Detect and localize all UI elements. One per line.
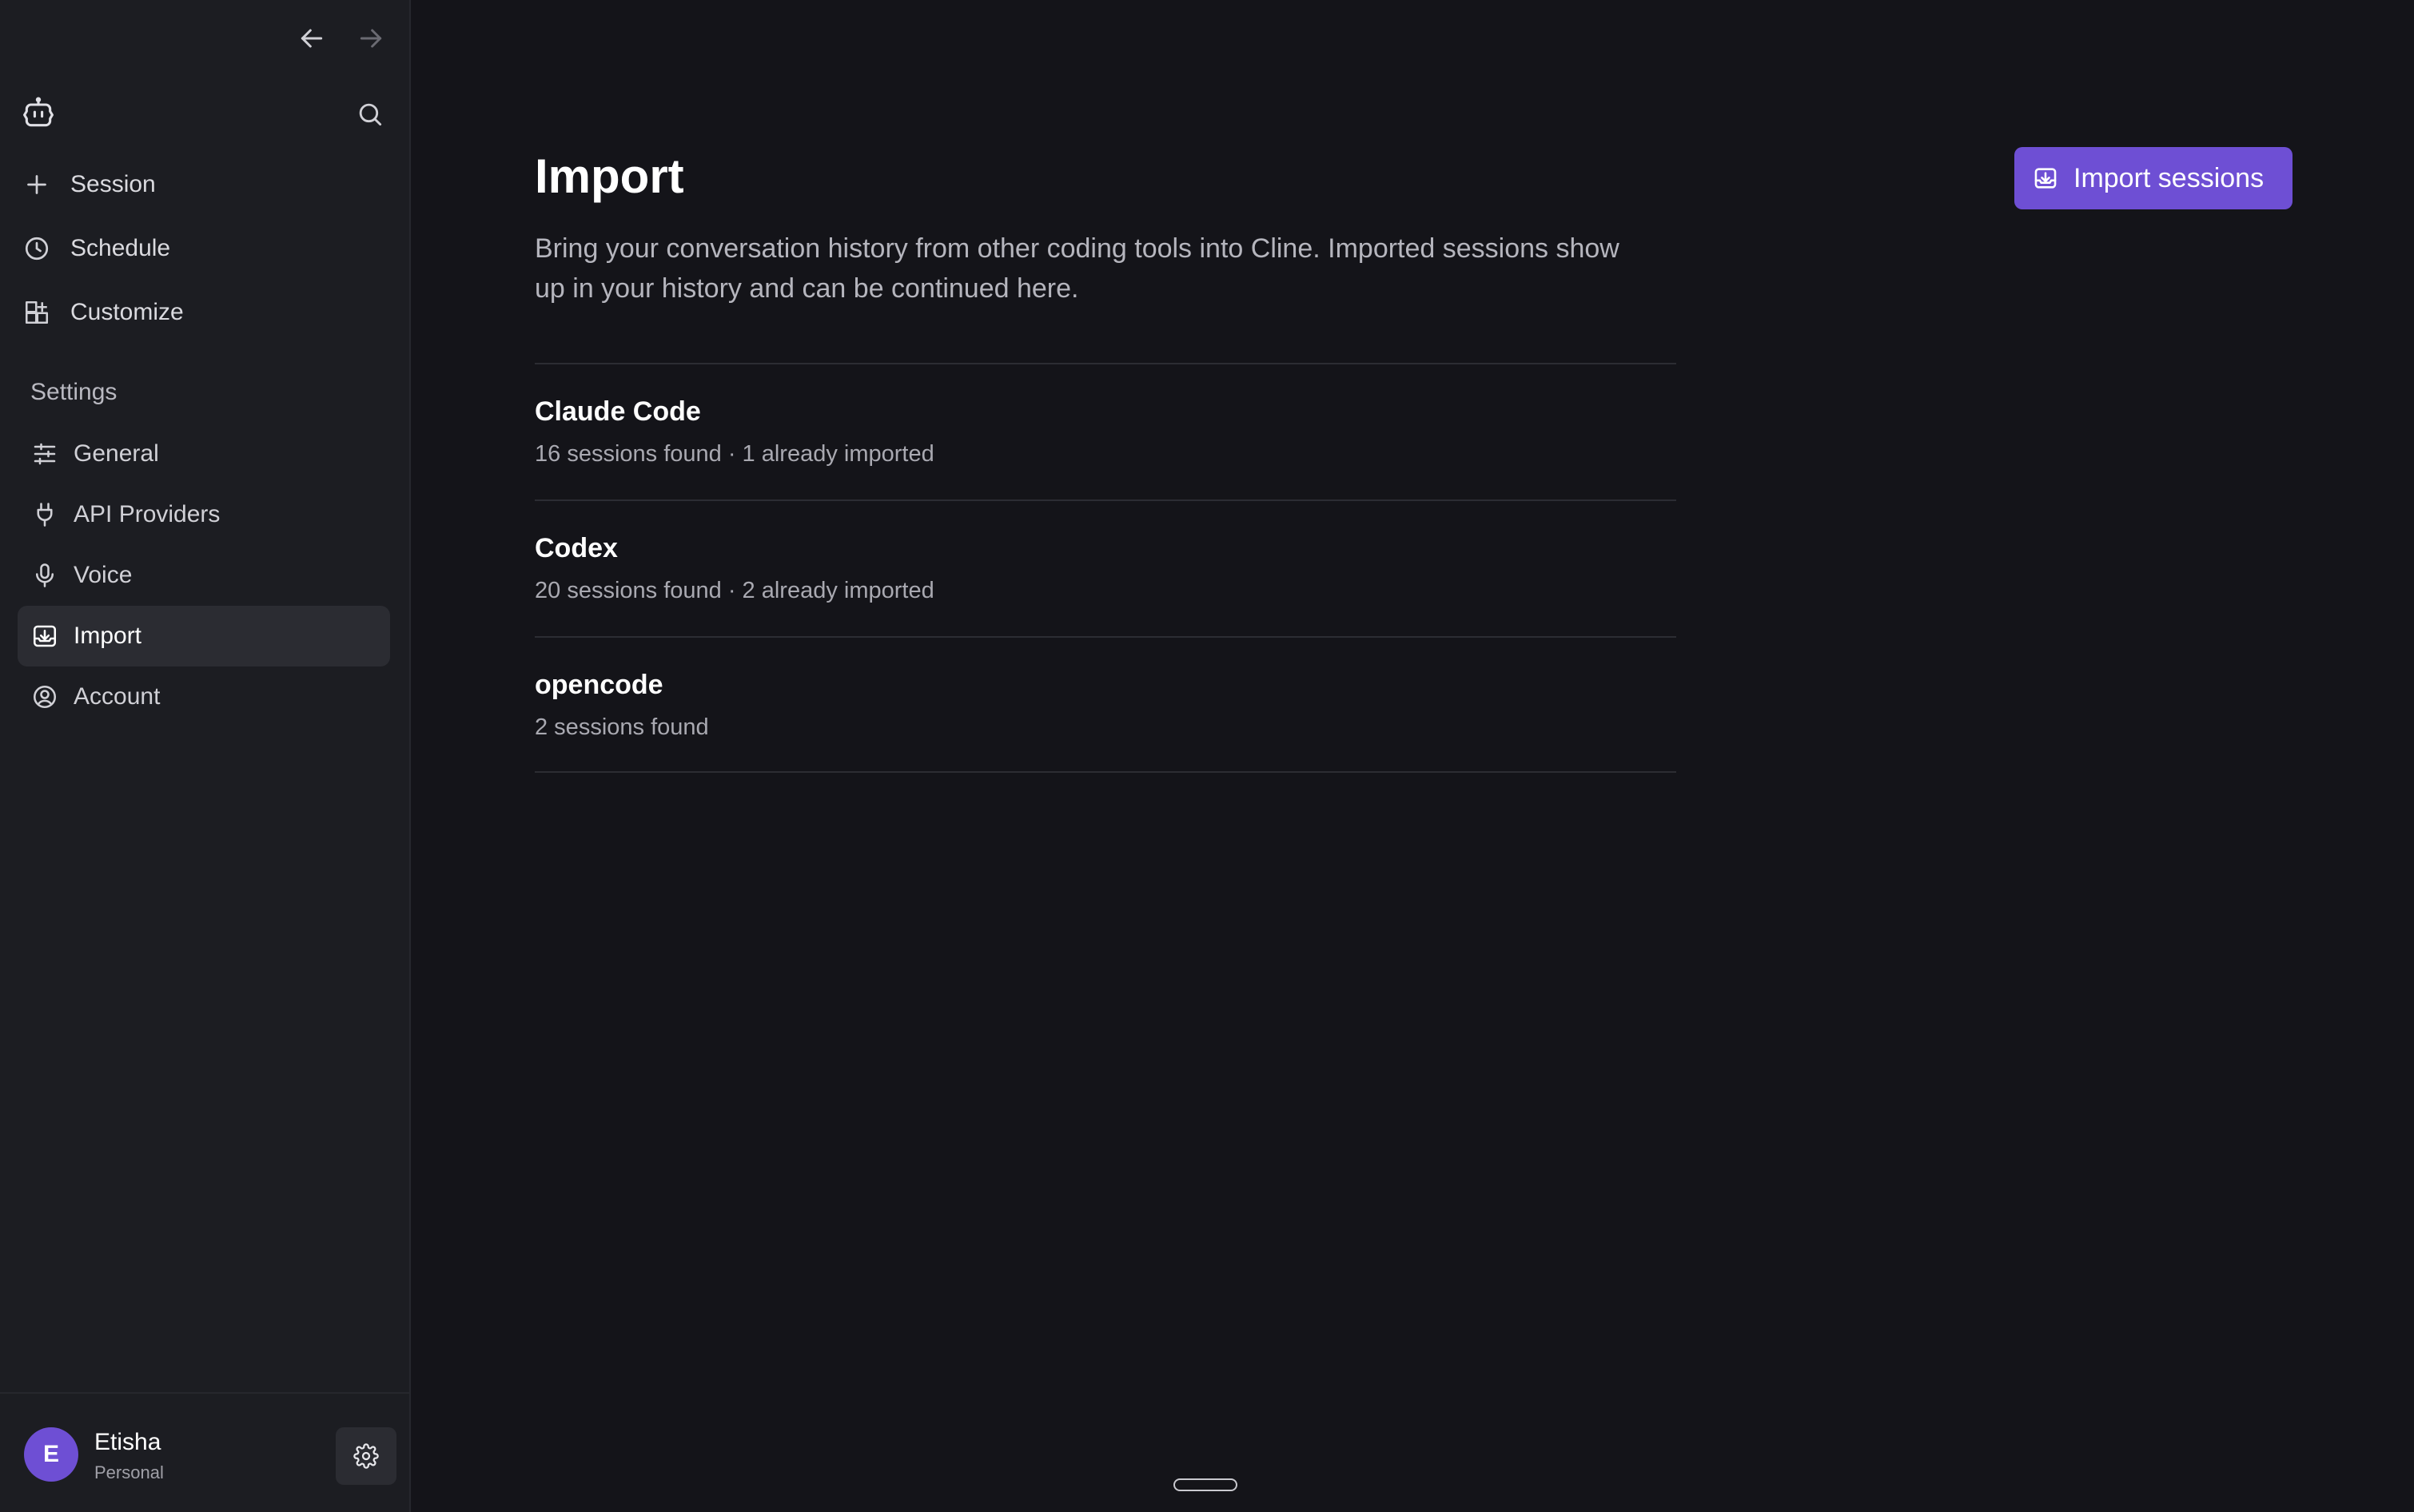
- source-name: Claude Code: [535, 396, 701, 427]
- arrow-right-icon[interactable]: [355, 22, 387, 54]
- import-sessions-label: Import sessions: [2073, 162, 2265, 193]
- sliders-icon: [30, 440, 59, 468]
- source-name: opencode: [535, 670, 663, 700]
- sidebar-item-label: Schedule: [70, 235, 171, 261]
- sidebar-item-import[interactable]: Import: [18, 606, 390, 666]
- sidebar-item-customize[interactable]: Customize: [16, 286, 392, 339]
- sidebar-item-voice[interactable]: Voice: [18, 545, 390, 606]
- sidebar-item-label: Account: [74, 683, 161, 710]
- import-source-list: Claude Code 16 sessions found · 1 alread…: [535, 363, 1676, 773]
- source-item-claude-code[interactable]: Claude Code 16 sessions found · 1 alread…: [535, 363, 1676, 499]
- user-name[interactable]: Etisha: [94, 1429, 161, 1456]
- sidebar-item-label: General: [74, 440, 159, 467]
- sidebar-item-label: Customize: [70, 299, 184, 325]
- sidebar-item-label: Import: [74, 623, 142, 649]
- app-window: Session Schedule Customize Settings Gene…: [0, 0, 2414, 1512]
- source-name: Codex: [535, 533, 618, 563]
- sidebar-item-schedule[interactable]: Schedule: [16, 222, 392, 275]
- sidebar-item-general[interactable]: General: [18, 424, 390, 484]
- plug-icon: [30, 500, 59, 529]
- source-status: 20 sessions found · 2 already imported: [535, 578, 934, 603]
- page-title: Import: [535, 149, 684, 203]
- settings-button[interactable]: [336, 1427, 396, 1485]
- download-tray-icon: [2032, 165, 2059, 192]
- panel-resize-handle[interactable]: [1173, 1478, 1237, 1491]
- grid-plus-icon: [22, 298, 51, 327]
- sidebar-item-api-providers[interactable]: API Providers: [18, 484, 390, 545]
- plus-icon: [22, 170, 51, 199]
- avatar[interactable]: E: [24, 1427, 78, 1482]
- sidebar-item-label: API Providers: [74, 501, 221, 527]
- microphone-icon: [30, 561, 59, 590]
- user-plan: Personal: [94, 1462, 164, 1482]
- sidebar-item-session[interactable]: Session: [16, 158, 392, 211]
- download-tray-icon: [30, 622, 59, 651]
- source-status: 2 sessions found: [535, 714, 709, 740]
- sidebar-footer: E Etisha Personal: [0, 1392, 409, 1512]
- sidebar-item-label: Voice: [74, 562, 133, 588]
- source-status: 16 sessions found · 1 already imported: [535, 441, 934, 467]
- settings-section-title: Settings: [30, 379, 118, 405]
- source-item-codex[interactable]: Codex 20 sessions found · 2 already impo…: [535, 499, 1676, 636]
- cline-logo-icon[interactable]: [21, 96, 56, 131]
- sidebar: Session Schedule Customize Settings Gene…: [0, 0, 411, 1512]
- sidebar-item-label: Session: [70, 171, 156, 197]
- search-icon[interactable]: [355, 99, 385, 129]
- arrow-left-icon[interactable]: [296, 22, 328, 54]
- user-circle-icon: [30, 682, 59, 711]
- import-sessions-button[interactable]: Import sessions: [2014, 147, 2293, 209]
- clock-icon: [22, 234, 51, 263]
- source-item-opencode[interactable]: opencode 2 sessions found: [535, 636, 1676, 773]
- gear-icon: [353, 1443, 379, 1469]
- main-content: Import Bring your conversation history f…: [412, 0, 2414, 1512]
- sidebar-item-account[interactable]: Account: [18, 666, 390, 727]
- page-description: Bring your conversation history from oth…: [535, 233, 1619, 304]
